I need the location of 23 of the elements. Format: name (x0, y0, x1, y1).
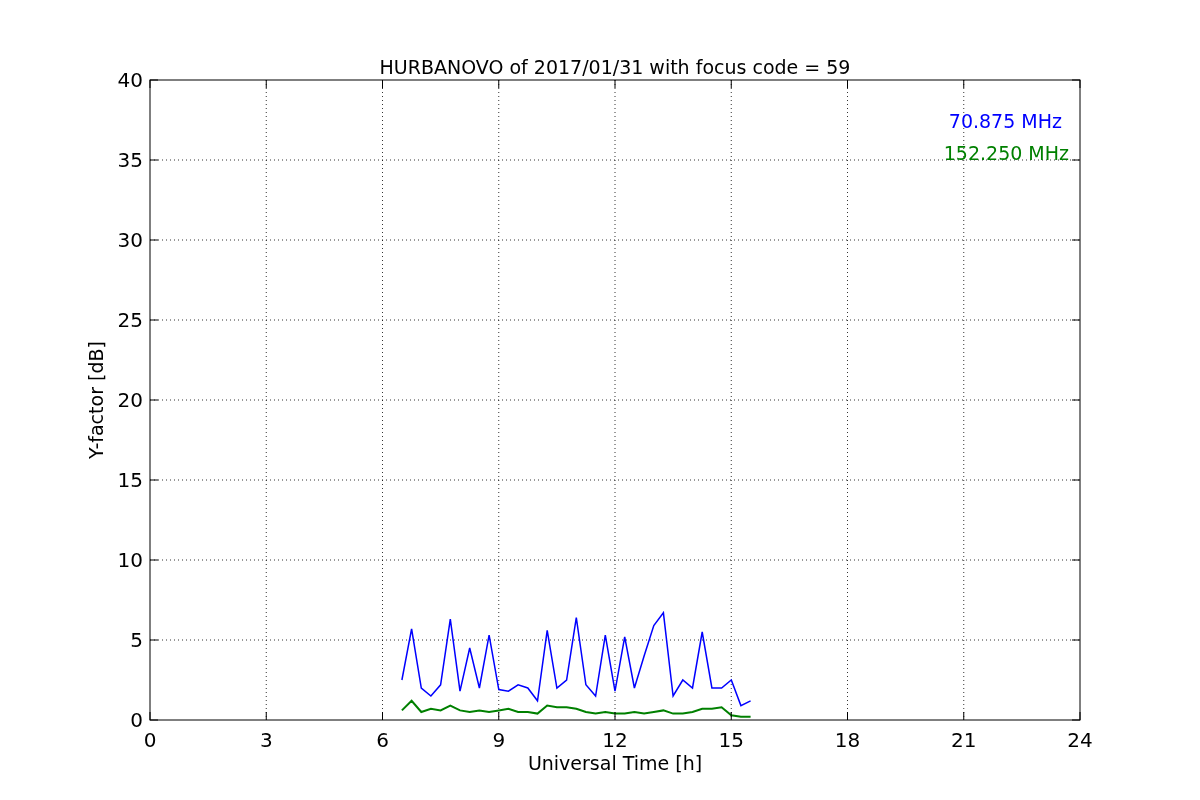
y-tick-label: 0 (130, 708, 143, 732)
x-tick-label: 24 (1067, 728, 1093, 752)
y-tick-label: 35 (117, 148, 143, 172)
y-tick-label: 10 (117, 548, 143, 572)
x-axis-label: Universal Time [h] (527, 752, 703, 774)
x-tick-label: 6 (376, 728, 389, 752)
x-tick-label: 18 (834, 728, 861, 752)
y-tick-label: 5 (130, 628, 143, 652)
y-tick-label: 25 (117, 308, 143, 332)
y-tick-label: 20 (117, 388, 143, 412)
x-tick-label: 0 (143, 728, 157, 752)
y-tick-label: 40 (117, 68, 143, 92)
chart-title: HURBANOVO of 2017/01/31 with focus code = 59 (379, 56, 851, 78)
y-tick-label: 15 (117, 468, 143, 492)
y-tick-label: 30 (117, 228, 143, 252)
x-tick-label: 12 (602, 728, 628, 752)
legend-label: 152.250 MHz (943, 142, 1069, 164)
x-tick-label: 15 (718, 728, 744, 752)
y-axis-label: Y-factor [dB] (85, 341, 107, 459)
x-tick-label: 9 (492, 728, 506, 752)
legend-label: 70.875 MHz (948, 110, 1062, 132)
x-tick-label: 21 (951, 728, 977, 752)
x-tick-label: 3 (259, 728, 273, 752)
